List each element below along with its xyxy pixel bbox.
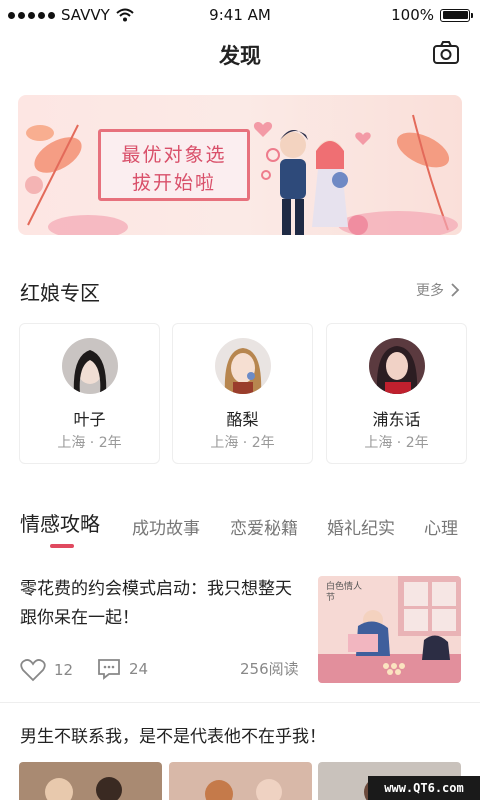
avatar xyxy=(369,338,425,394)
banner-line-1: 最优对象选 xyxy=(121,144,227,166)
section-title: 红娘专区 xyxy=(20,281,100,305)
more-link[interactable]: 更多 xyxy=(416,280,460,300)
card-name: 叶子 xyxy=(73,410,106,429)
article-image-caption: 白色情人节 xyxy=(326,582,363,603)
article-stats: 12 24 256阅读 xyxy=(20,658,300,682)
tab-success-stories[interactable]: 成功故事 xyxy=(132,514,200,539)
avatar xyxy=(215,338,271,394)
divider xyxy=(0,702,480,703)
comment-icon xyxy=(98,659,120,680)
page-title: 发现 xyxy=(219,44,261,68)
article-thumbnail[interactable] xyxy=(169,762,312,800)
status-bar: SAVVY 9:41 AM 100% xyxy=(0,0,480,30)
more-label: 更多 xyxy=(416,283,444,299)
article-title[interactable]: 男生不联系我，是不是代表他不在乎我！ xyxy=(20,722,460,747)
card-name: 浦东话 xyxy=(372,410,421,429)
promo-banner[interactable]: 最优对象选 拔开始啦 xyxy=(18,95,462,235)
page-header: 发现 xyxy=(0,34,480,74)
tab-emotional-strategy[interactable]: 情感攻略 xyxy=(20,510,100,537)
matchmaker-card[interactable]: 浦东话 上海 · 2年 xyxy=(326,323,467,464)
matchmaker-section-header: 红娘专区 更多 xyxy=(20,277,460,306)
card-meta: 上海 · 2年 xyxy=(57,435,122,451)
banner-text-box: 最优对象选 拔开始啦 xyxy=(98,129,250,201)
matchmaker-card[interactable]: 酪梨 上海 · 2年 xyxy=(172,323,313,464)
article-title[interactable]: 零花费的约会模式启动：我只想整天跟你呆在一起！ xyxy=(20,575,292,633)
card-meta: 上海 · 2年 xyxy=(364,435,429,451)
article-thumbnail[interactable] xyxy=(19,762,162,800)
avatar xyxy=(62,338,118,394)
tab-psychology[interactable]: 心理 xyxy=(424,514,458,539)
tab-wedding-records[interactable]: 婚礼纪实 xyxy=(327,514,395,539)
battery-group: 100% xyxy=(391,6,473,24)
card-name: 酪梨 xyxy=(226,410,259,429)
banner-line-2: 拔开始啦 xyxy=(131,172,216,194)
watermark: www.QT6.com xyxy=(368,776,480,800)
article-image[interactable]: 白色情人节 xyxy=(318,576,461,683)
like-count: 12 xyxy=(54,661,74,679)
chevron-right-icon xyxy=(451,283,460,297)
card-meta: 上海 · 2年 xyxy=(210,435,275,451)
active-tab-indicator xyxy=(50,544,74,548)
comment-count: 24 xyxy=(129,660,149,678)
camera-button[interactable] xyxy=(432,40,460,66)
heart-icon xyxy=(20,659,46,682)
matchmaker-card[interactable]: 叶子 上海 · 2年 xyxy=(19,323,160,464)
read-count: 256阅读 xyxy=(240,660,299,678)
battery-percent: 100% xyxy=(391,6,434,24)
battery-fill xyxy=(442,11,468,19)
camera-icon xyxy=(433,41,459,64)
tab-love-tips[interactable]: 恋爱秘籍 xyxy=(230,514,298,539)
battery-icon xyxy=(440,8,473,22)
comment-button[interactable]: 24 xyxy=(97,658,148,680)
category-tabs: 情感攻略 成功故事 恋爱秘籍 婚礼纪实 心理 xyxy=(20,510,480,550)
like-button[interactable]: 12 xyxy=(20,658,73,682)
